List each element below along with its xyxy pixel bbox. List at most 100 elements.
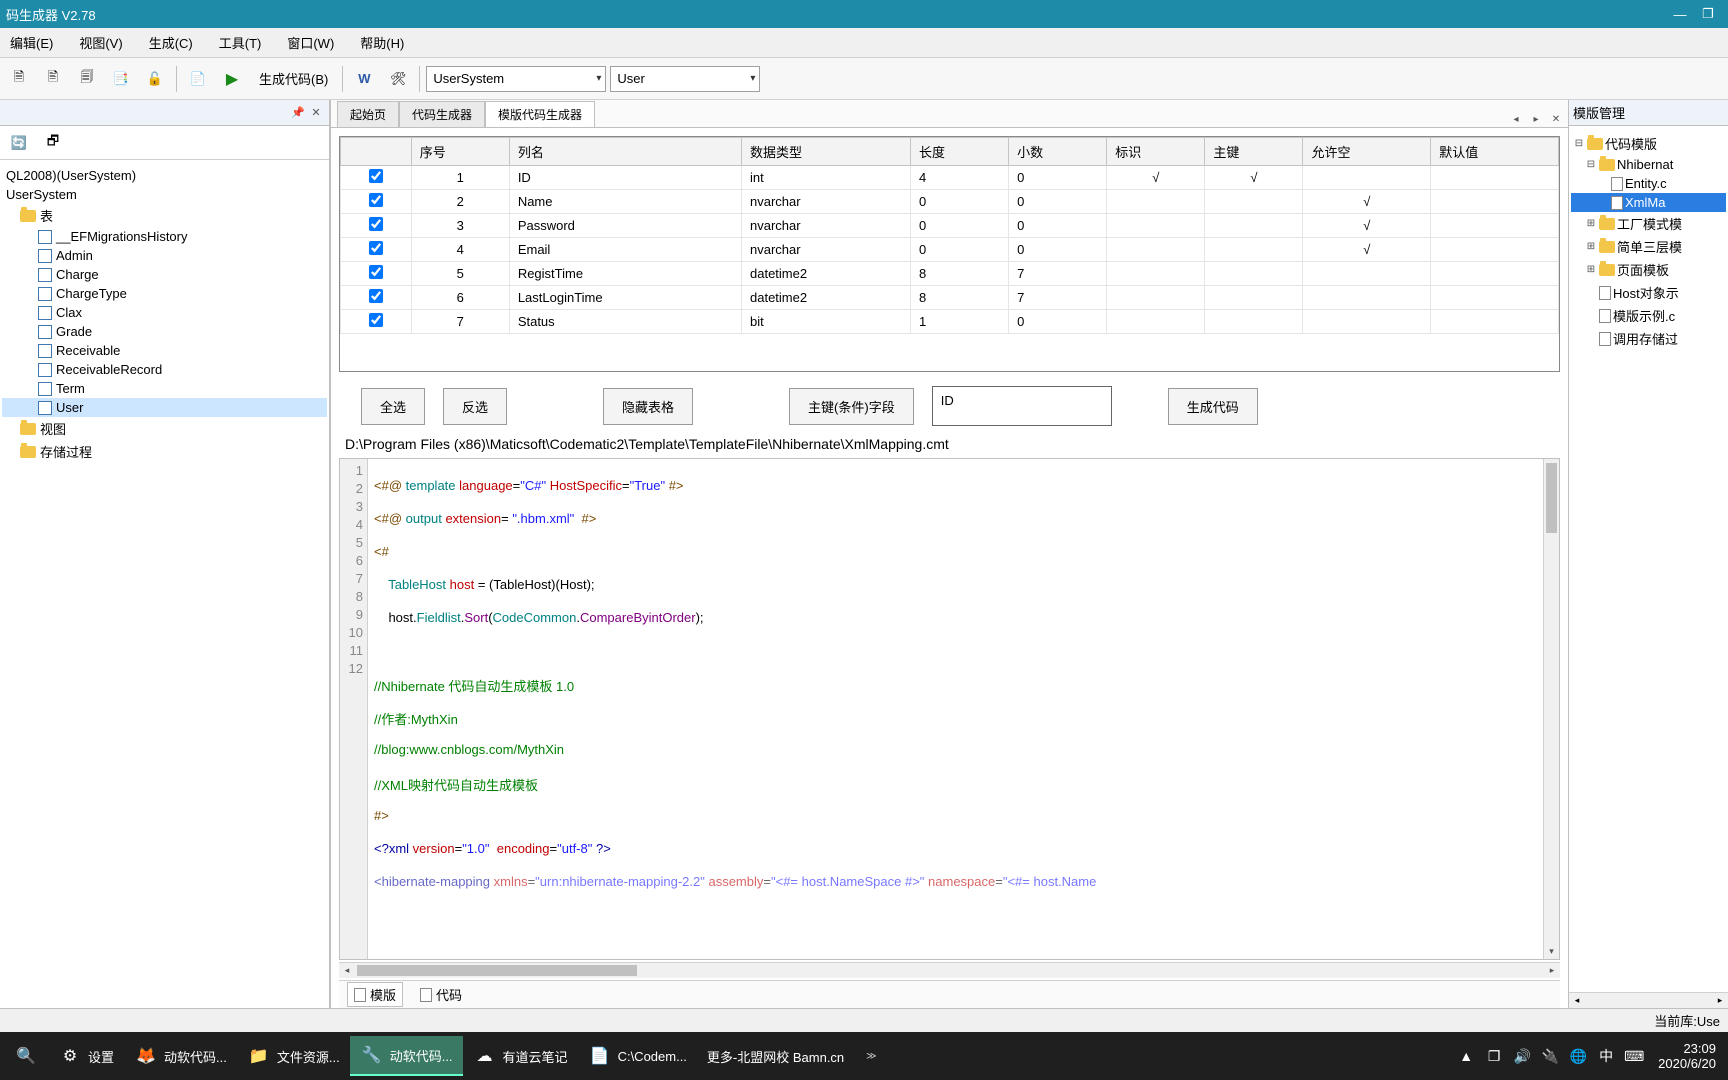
tab-codegen[interactable]: 代码生成器 — [399, 101, 485, 127]
db-name-node[interactable]: UserSystem — [2, 185, 327, 204]
horizontal-scrollbar[interactable]: ◂ ▸ — [339, 962, 1560, 978]
taskbar-item[interactable]: 📄C:\Codem... — [578, 1036, 697, 1076]
clock[interactable]: 23:09 2020/6/20 — [1650, 1041, 1724, 1071]
tool-icon-5[interactable]: 🔓 — [140, 64, 170, 94]
tray-icon[interactable]: 🔊 — [1512, 1048, 1532, 1065]
start-search[interactable]: 🔍 — [4, 1036, 48, 1076]
table-node[interactable]: Admin — [2, 246, 327, 265]
row-checkbox[interactable] — [369, 169, 383, 183]
generate-code-label[interactable]: 生成代码(B) — [251, 69, 336, 88]
table-combo[interactable]: User — [610, 66, 760, 92]
grid-header[interactable]: 长度 — [911, 138, 1009, 166]
taskbar-item[interactable]: 更多-北盟网校 Bamn.cn — [697, 1036, 854, 1076]
pin-icon[interactable]: 📌 — [289, 104, 307, 122]
grid-header[interactable] — [341, 138, 412, 166]
grid-header[interactable]: 小数 — [1009, 138, 1107, 166]
table-row[interactable]: 1IDint40√√ — [341, 166, 1559, 190]
id-input[interactable]: ID — [932, 386, 1112, 426]
close-icon[interactable]: ✕ — [307, 104, 325, 122]
tool-icon-4[interactable]: 📑 — [106, 64, 136, 94]
tab-close[interactable]: ✕ — [1548, 111, 1564, 127]
maximize-button[interactable]: ❐ — [1694, 4, 1722, 24]
row-checkbox[interactable] — [369, 289, 383, 303]
tool-icon-6[interactable]: 📄 — [183, 64, 213, 94]
table-row[interactable]: 6LastLoginTimedatetime287 — [341, 286, 1559, 310]
row-checkbox[interactable] — [369, 313, 383, 327]
database-tree[interactable]: QL2008)(UserSystem) UserSystem 表 __EFMig… — [0, 160, 329, 1008]
grid-header[interactable]: 默认值 — [1431, 138, 1559, 166]
tray-icon[interactable]: ⌨ — [1624, 1048, 1644, 1065]
table-node[interactable]: Clax — [2, 303, 327, 322]
taskbar-item[interactable]: ⚙设置 — [48, 1036, 124, 1076]
tab-start[interactable]: 起始页 — [337, 101, 399, 127]
row-checkbox[interactable] — [369, 193, 383, 207]
tab-template[interactable]: 模版 — [347, 982, 403, 1007]
template-tree-node[interactable]: ⊞简单三层模 — [1571, 235, 1726, 258]
table-node[interactable]: Grade — [2, 322, 327, 341]
menu-help[interactable]: 帮助(H) — [354, 29, 410, 56]
tray-icon[interactable]: 🔌 — [1540, 1048, 1560, 1065]
table-row[interactable]: 5RegistTimedatetime287 — [341, 262, 1559, 286]
grid-header[interactable]: 列名 — [509, 138, 741, 166]
generate-button[interactable]: 生成代码 — [1168, 388, 1258, 425]
row-checkbox[interactable] — [369, 217, 383, 231]
template-tree-node[interactable]: XmlMa — [1571, 193, 1726, 212]
menu-generate[interactable]: 生成(C) — [143, 29, 199, 56]
taskbar-item[interactable]: ☁有道云笔记 — [463, 1036, 578, 1076]
row-checkbox[interactable] — [369, 241, 383, 255]
template-tree-node[interactable]: ⊞工厂模式模 — [1571, 212, 1726, 235]
hide-table-button[interactable]: 隐藏表格 — [603, 388, 693, 425]
template-tree-node[interactable]: ⊟代码模版 — [1571, 132, 1726, 155]
taskbar-item[interactable]: 🔧动软代码... — [350, 1036, 463, 1076]
grid-header[interactable]: 允许空 — [1303, 138, 1431, 166]
tray-icon[interactable]: 中 — [1596, 1046, 1616, 1066]
tool-icon-3[interactable]: 🗐 — [72, 64, 102, 94]
table-node[interactable]: Charge — [2, 265, 327, 284]
table-node[interactable]: __EFMigrationsHistory — [2, 227, 327, 246]
views-folder[interactable]: 视图 — [2, 417, 327, 440]
expand-icon[interactable]: 🗗 — [38, 128, 68, 158]
invert-button[interactable]: 反选 — [443, 388, 507, 425]
system-tray[interactable]: ▲❐🔊🔌🌐中⌨ — [1450, 1046, 1650, 1066]
grid-header[interactable]: 序号 — [411, 138, 509, 166]
tray-icon[interactable]: 🌐 — [1568, 1048, 1588, 1065]
template-tree-node[interactable]: ⊟Nhibernat — [1571, 155, 1726, 174]
template-tree-node[interactable]: ⊞页面模板 — [1571, 258, 1726, 281]
tables-folder[interactable]: 表 — [2, 204, 327, 227]
table-node[interactable]: User — [2, 398, 327, 417]
tab-template-codegen[interactable]: 模版代码生成器 — [485, 101, 595, 127]
taskbar-item[interactable]: 🦊动软代码... — [124, 1036, 237, 1076]
tab-prev[interactable]: ◂ — [1508, 111, 1524, 127]
word-icon[interactable]: W — [349, 64, 379, 94]
columns-grid[interactable]: 序号列名数据类型长度小数标识主键允许空默认值 1IDint40√√2Namenv… — [339, 136, 1560, 372]
template-tree-node[interactable]: 模版示例.c — [1571, 304, 1726, 327]
menu-tools[interactable]: 工具(T) — [213, 29, 268, 56]
grid-header[interactable]: 主键 — [1205, 138, 1303, 166]
vertical-scrollbar[interactable]: ▴ ▾ — [1543, 459, 1559, 959]
table-row[interactable]: 2Namenvarchar00√ — [341, 190, 1559, 214]
database-combo[interactable]: UserSystem — [426, 66, 606, 92]
pk-field-button[interactable]: 主键(条件)字段 — [789, 388, 914, 425]
tool-icon-7[interactable]: 🛠 — [383, 64, 413, 94]
template-tree-node[interactable]: Host对象示 — [1571, 281, 1726, 304]
code-content[interactable]: <#@ template language="C#" HostSpecific=… — [368, 459, 1559, 959]
refresh-icon[interactable]: 🔄 — [4, 128, 34, 158]
template-tree[interactable]: ⊟代码模版⊟NhibernatEntity.cXmlMa⊞工厂模式模⊞简单三层模… — [1569, 126, 1728, 992]
taskbar-item[interactable]: 📁文件资源... — [237, 1036, 350, 1076]
table-node[interactable]: ReceivableRecord — [2, 360, 327, 379]
menu-view[interactable]: 视图(V) — [73, 29, 128, 56]
tool-icon-1[interactable]: 🗎 — [4, 64, 34, 94]
db-server-node[interactable]: QL2008)(UserSystem) — [2, 166, 327, 185]
tab-code[interactable]: 代码 — [413, 982, 469, 1007]
table-node[interactable]: Term — [2, 379, 327, 398]
run-icon[interactable]: ▶ — [217, 64, 247, 94]
tray-icon[interactable]: ❐ — [1484, 1048, 1504, 1065]
table-node[interactable]: Receivable — [2, 341, 327, 360]
template-tree-node[interactable]: Entity.c — [1571, 174, 1726, 193]
row-checkbox[interactable] — [369, 265, 383, 279]
right-h-scroll[interactable]: ◂ ▸ — [1569, 992, 1728, 1008]
procs-folder[interactable]: 存储过程 — [2, 440, 327, 463]
table-row[interactable]: 3Passwordnvarchar00√ — [341, 214, 1559, 238]
select-all-button[interactable]: 全选 — [361, 388, 425, 425]
tab-next[interactable]: ▸ — [1528, 111, 1544, 127]
